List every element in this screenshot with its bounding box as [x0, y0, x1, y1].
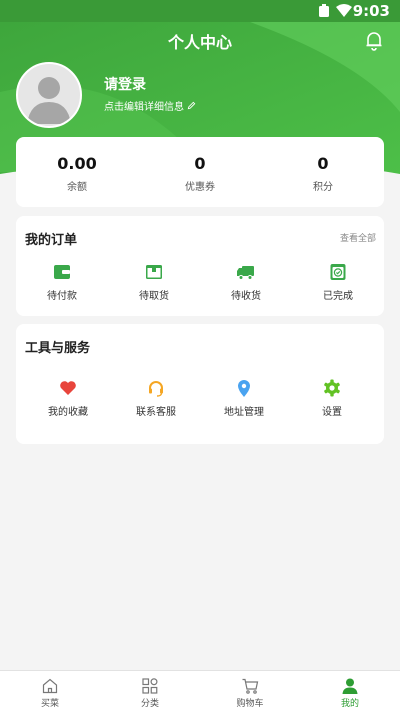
tab-label: 分类 [140, 699, 159, 709]
gear-icon [324, 379, 340, 397]
stat-balance[interactable]: 0.00 余额 [16, 137, 138, 207]
truck-icon [237, 266, 254, 280]
status-time: 9:03 [352, 2, 390, 20]
user-icon [342, 678, 358, 694]
default-avatar-icon [27, 77, 71, 124]
stat-label: 余额 [67, 182, 87, 193]
stat-value: 0 [317, 154, 329, 173]
heart-icon [60, 381, 76, 395]
login-prompt[interactable]: 请登录 [104, 74, 146, 94]
service-label: 联系客服 [136, 407, 176, 418]
battery-icon [319, 4, 329, 17]
tab-label: 我的 [340, 699, 359, 709]
order-completed[interactable]: 已完成 [292, 262, 384, 302]
wallet-icon [54, 265, 70, 279]
pencil-icon [187, 101, 196, 110]
stat-coupons[interactable]: 0 优惠券 [139, 137, 261, 207]
service-favorites[interactable]: 我的收藏 [22, 378, 114, 418]
wifi-icon [336, 4, 352, 17]
order-pending-delivery[interactable]: 待收货 [200, 262, 292, 302]
check-box-icon [330, 264, 346, 280]
stat-value: 0 [194, 154, 206, 173]
order-item-label: 已完成 [323, 291, 353, 302]
order-item-label: 待付款 [47, 291, 77, 302]
order-pending-pickup[interactable]: 待取货 [108, 262, 200, 302]
services-title: 工具与服务 [25, 341, 91, 356]
page-title: 个人中心 [167, 33, 232, 52]
location-pin-icon [238, 380, 250, 397]
stat-value: 0.00 [57, 154, 97, 173]
edit-profile-hint[interactable]: 点击编辑详细信息 [104, 98, 196, 113]
stats-card: 0.00 余额 0 优惠券 0 积分 [16, 137, 384, 207]
service-label: 地址管理 [224, 407, 264, 418]
profile-section[interactable]: 请登录 点击编辑详细信息 [16, 62, 384, 132]
order-item-label: 待取货 [139, 291, 169, 302]
orders-title: 我的订单 [25, 233, 78, 248]
headset-icon [149, 381, 163, 397]
view-all-orders-link[interactable]: 查看全部 [340, 231, 376, 244]
stat-label: 积分 [313, 182, 333, 193]
service-address-management[interactable]: 地址管理 [198, 378, 290, 418]
bell-icon[interactable] [362, 28, 386, 52]
title-bar: 个人中心 [0, 22, 400, 58]
tab-shop[interactable]: 买菜 [0, 671, 100, 712]
order-pending-payment[interactable]: 待付款 [16, 262, 108, 302]
service-label: 我的收藏 [48, 407, 88, 418]
order-item-label: 待收货 [231, 291, 261, 302]
service-customer-support[interactable]: 联系客服 [110, 378, 202, 418]
tab-cart[interactable]: 购物车 [200, 671, 300, 712]
stat-label: 优惠券 [185, 182, 215, 193]
service-label: 设置 [322, 407, 342, 418]
tab-mine[interactable]: 我的 [300, 671, 400, 712]
service-settings[interactable]: 设置 [286, 378, 378, 418]
bottom-tab-bar: 买菜 分类 购物车 我的 [0, 670, 400, 712]
avatar[interactable] [16, 62, 82, 128]
tab-category[interactable]: 分类 [100, 671, 200, 712]
tab-label: 购物车 [236, 699, 264, 709]
tab-label: 买菜 [40, 699, 59, 709]
services-card: 工具与服务 我的收藏 联系客服 地址管理 设置 [16, 324, 384, 444]
orders-card: 我的订单 查看全部 待付款 待取货 待收货 已完成 [16, 216, 384, 316]
stat-points[interactable]: 0 积分 [262, 137, 384, 207]
status-bar: 9:03 [0, 0, 400, 22]
package-icon [146, 265, 162, 279]
home-icon [42, 678, 58, 694]
edit-hint-label: 点击编辑详细信息 [104, 102, 184, 113]
cart-icon [242, 678, 259, 694]
category-icon [142, 678, 158, 694]
